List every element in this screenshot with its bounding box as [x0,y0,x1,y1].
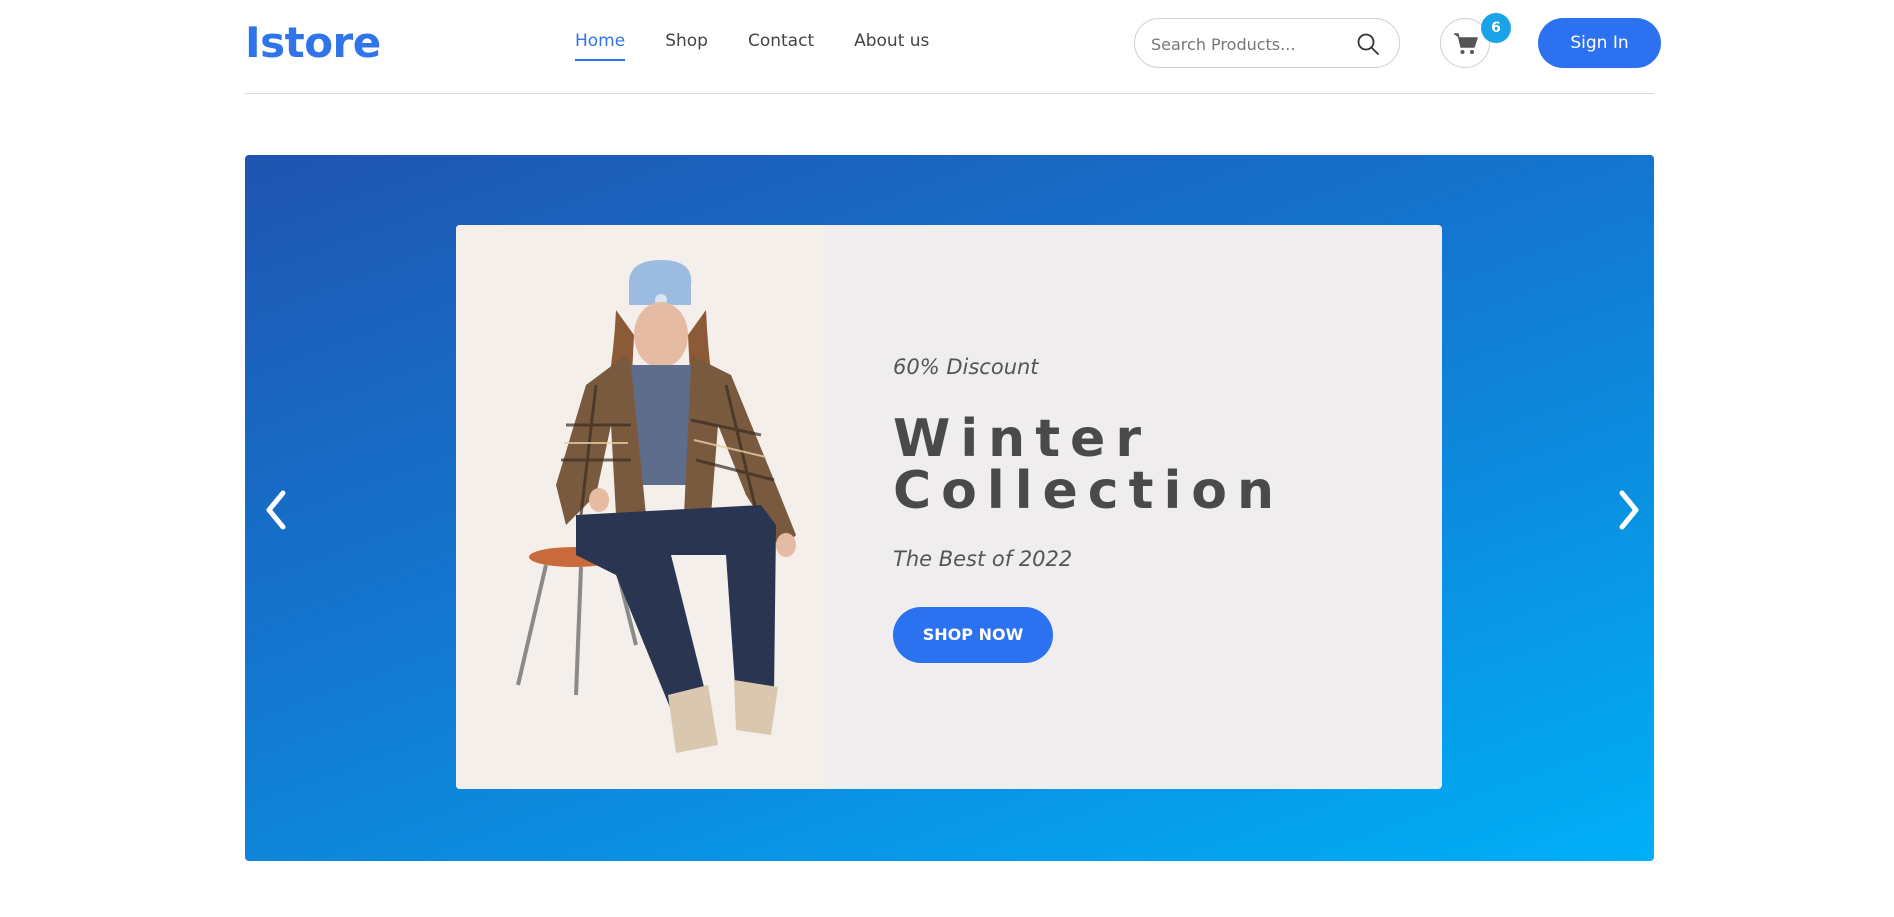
search-box [1134,18,1400,68]
hero-slide: 60% Discount Winter Collection The Best … [456,225,1442,789]
chevron-right-icon[interactable] [1608,485,1648,535]
sign-in-button[interactable]: Sign In [1538,18,1661,68]
hero-headline: Winter Collection [893,413,1284,517]
cart-icon [1454,33,1478,54]
site-header: Istore Home Shop Contact About us 6 Sign… [245,0,1661,94]
nav-about-us[interactable]: About us [854,31,929,61]
model-photo [456,225,823,789]
hero-subline: The Best of 2022 [893,547,1073,571]
search-icon[interactable] [1356,32,1380,56]
nav-shop[interactable]: Shop [665,31,708,61]
cart-count-badge: 6 [1481,13,1511,43]
hero-discount: 60% Discount [893,355,1039,379]
nav-contact[interactable]: Contact [748,31,814,61]
main-nav: Home Shop Contact About us [575,31,969,61]
hero-headline-line2: Collection [893,461,1285,521]
hero-headline-line1: Winter [893,409,1151,469]
nav-home[interactable]: Home [575,31,626,61]
logo[interactable]: Istore [245,18,381,67]
chevron-left-icon[interactable] [257,485,297,535]
hero-carousel: 60% Discount Winter Collection The Best … [245,155,1654,861]
search-input[interactable] [1151,32,1351,56]
shop-now-button[interactable]: SHOP NOW [893,607,1053,663]
